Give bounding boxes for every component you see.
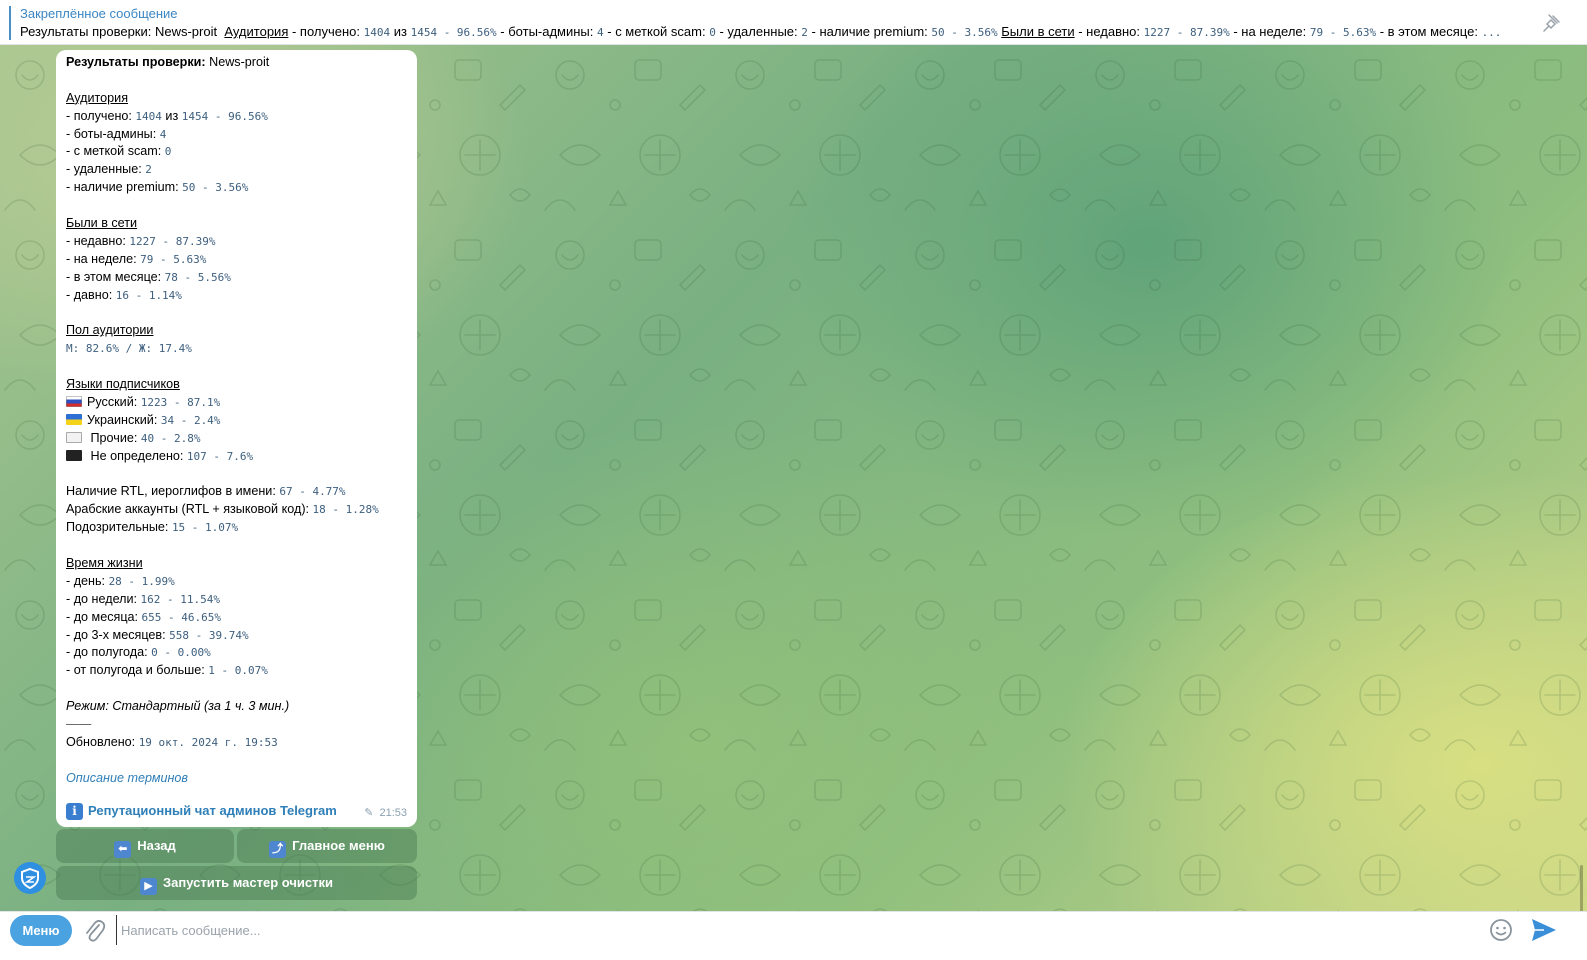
list-item: - удаленные: 2 (66, 162, 152, 177)
updated-line: Обновлено: 19 окт. 2024 г. 19:53 (66, 734, 278, 749)
list-item: - наличие premium: 50 - 3.56% (66, 180, 249, 195)
list-item: - от полугода и больше: 1 - 0.07% (66, 663, 268, 678)
emoji-icon[interactable] (1489, 918, 1513, 942)
list-item: - день: 28 - 1.99% (66, 573, 175, 588)
list-item: Не определено: 107 - 7.6% (66, 448, 407, 466)
online-title: Были в сети (66, 216, 138, 231)
info-icon: i (66, 803, 83, 820)
list-item: - до месяца: 655 - 46.65% (66, 609, 222, 624)
unpin-icon[interactable] (1541, 12, 1563, 34)
russia-flag-icon (66, 395, 82, 407)
separator: —— (66, 716, 92, 731)
ukraine-flag-icon (66, 413, 82, 425)
start-cleanup-button[interactable]: ▶ Запустить мастер очистки (56, 866, 417, 900)
list-item: - до полугода: 0 - 0.00% (66, 645, 211, 660)
list-item: - с меткой scam: 0 (66, 144, 172, 159)
terms-link[interactable]: Описание терминов (66, 770, 407, 788)
list-item: Русский: 1223 - 87.1% (66, 394, 407, 412)
mode-text: Режим: Стандартный (за 1 ч. 3 мин.) (66, 699, 290, 714)
arab-stat: Арабские аккаунты (RTL + языковой код): … (66, 502, 379, 517)
black-flag-icon (66, 449, 82, 461)
return-arrow-icon: ⤴ (269, 841, 287, 858)
list-item: - давно: 16 - 1.14% (66, 287, 182, 302)
pinned-small-icon: ✎ (364, 807, 374, 820)
list-item: - на неделе: 79 - 5.63% (66, 251, 207, 266)
gender-value: М: 82.6% / Ж: 17.4% (66, 342, 192, 356)
list-item: Прочие: 40 - 2.8% (66, 430, 407, 448)
white-flag-icon (66, 431, 82, 443)
rtl-stat: Наличие RTL, иероглифов в имени: 67 - 4.… (66, 484, 346, 499)
list-item: - в этом месяце: 78 - 5.56% (66, 269, 231, 284)
paperclip-icon[interactable] (82, 917, 106, 943)
send-icon[interactable] (1530, 917, 1558, 943)
lifetime-title: Время жизни (66, 555, 143, 570)
reputation-chat-link[interactable]: i Репутационный чат админов Telegram (66, 802, 337, 820)
pinned-preview: Результаты проверки: News-proit Аудитори… (20, 24, 1502, 39)
message-composer: Меню (0, 911, 1587, 960)
message-input[interactable] (116, 915, 1485, 945)
list-item: Украинский: 34 - 2.4% (66, 412, 407, 430)
bot-avatar[interactable] (14, 862, 46, 894)
back-arrow-icon: ⬅ (114, 841, 132, 858)
list-item: - боты-админы: 4 (66, 126, 167, 141)
list-item: - до 3-х месяцев: 558 - 39.74% (66, 627, 249, 642)
message-time: ✎ 21:53 (364, 805, 407, 823)
gender-title: Пол аудитории (66, 323, 154, 338)
pinned-accent-line (9, 6, 11, 40)
bot-message-bubble: Результаты проверки: News-proit Аудитори… (56, 50, 417, 827)
main-menu-button[interactable]: ⤴ Главное меню (237, 829, 417, 863)
back-button[interactable]: ⬅ Назад (56, 829, 234, 863)
menu-button[interactable]: Меню (10, 915, 72, 946)
suspicious-stat: Подозрительные: 15 - 1.07% (66, 520, 239, 535)
shield-icon (21, 867, 39, 890)
list-item: - получено: 1404 из 1454 - 96.56% (66, 108, 268, 123)
list-item: - до недели: 162 - 11.54% (66, 591, 221, 606)
list-item: - недавно: 1227 - 87.39% (66, 233, 216, 248)
report-header: Результаты проверки: News-proit (66, 55, 270, 69)
pinned-title: Закреплённое сообщение (20, 6, 178, 21)
pinned-message-bar[interactable]: Закреплённое сообщение Результаты провер… (0, 0, 1587, 45)
languages-title: Языки подписчиков (66, 377, 180, 392)
play-icon: ▶ (140, 878, 157, 895)
audience-title: Аудитория (66, 90, 129, 105)
